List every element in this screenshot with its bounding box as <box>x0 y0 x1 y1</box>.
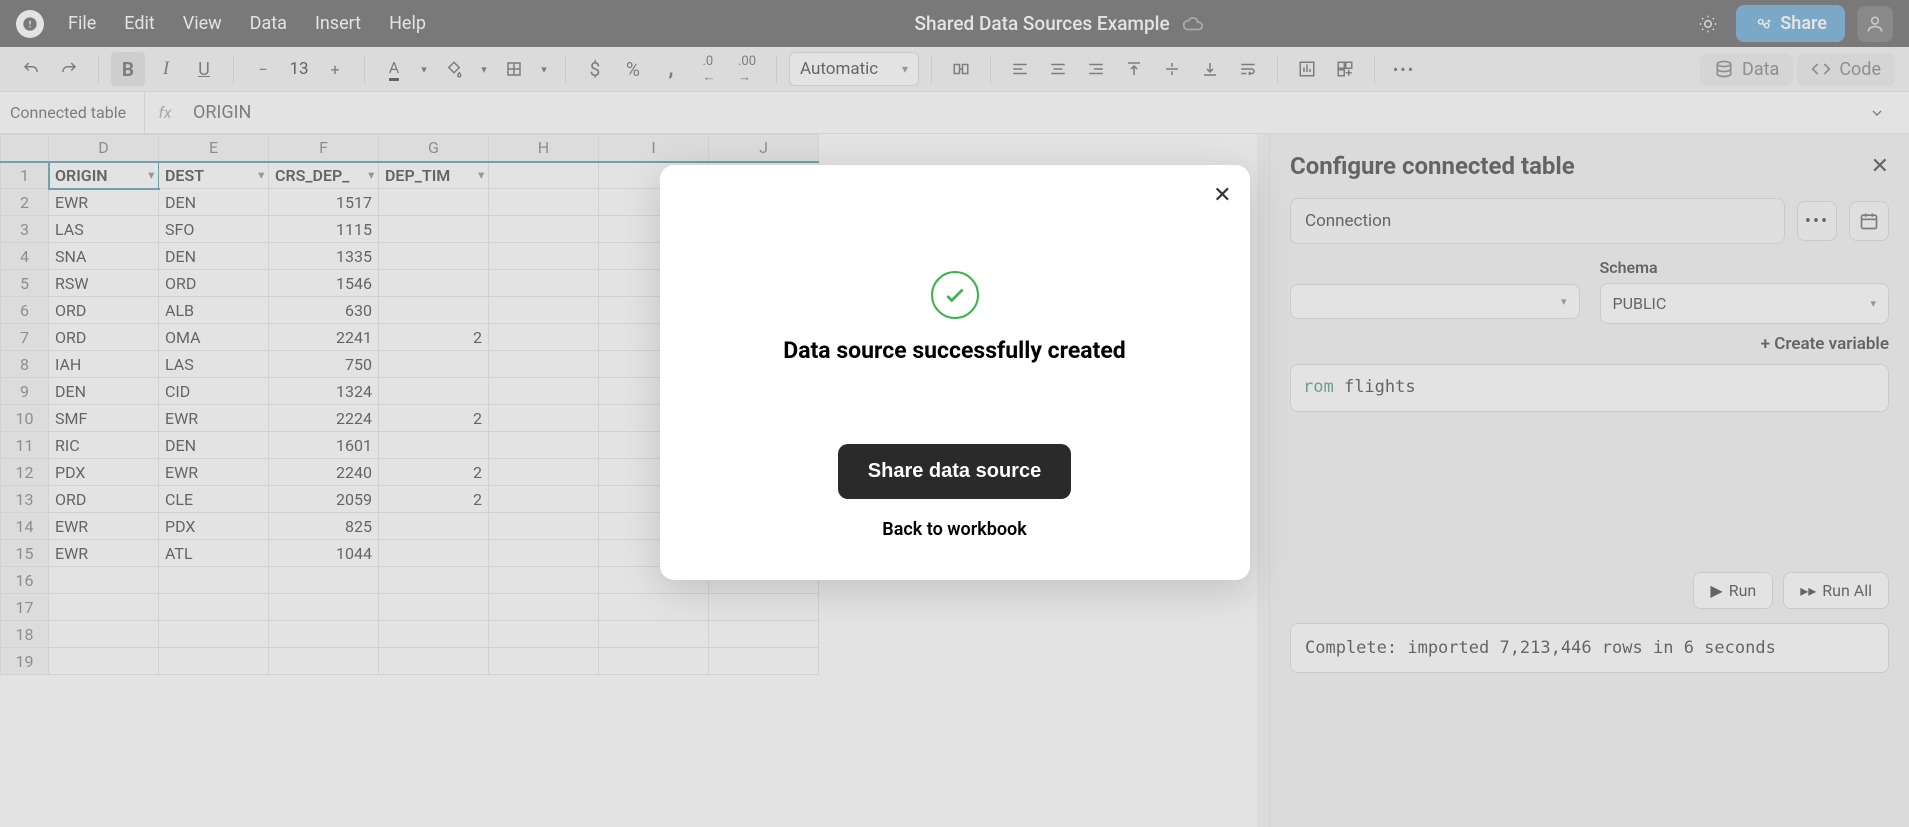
modal-close-button[interactable]: ✕ <box>1213 183 1231 208</box>
back-to-workbook-button[interactable]: Back to workbook <box>700 519 1210 540</box>
modal-title: Data source successfully created <box>700 337 1210 364</box>
modal-overlay: ✕ Data source successfully created Share… <box>0 0 1909 827</box>
share-data-source-button[interactable]: Share data source <box>838 444 1071 499</box>
success-modal: ✕ Data source successfully created Share… <box>660 165 1250 580</box>
success-check-icon <box>931 271 979 319</box>
